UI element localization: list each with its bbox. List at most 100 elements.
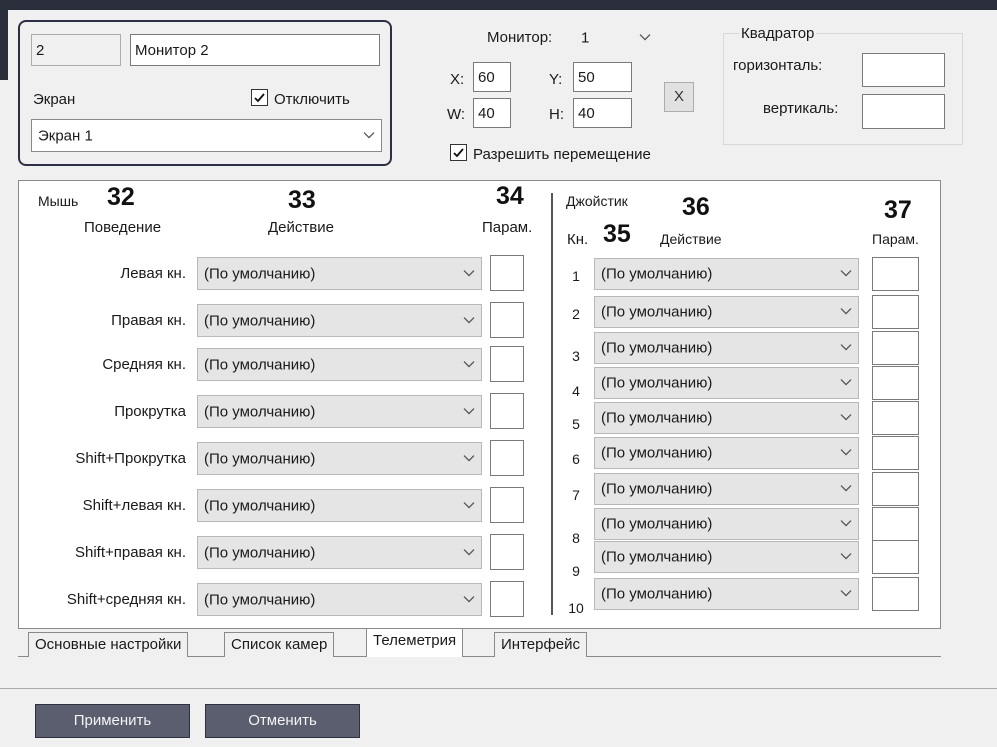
mouse-action-select[interactable]: (По умолчанию) (197, 395, 482, 428)
mouse-param-field[interactable] (490, 393, 524, 429)
monitor-number-label: Монитор: (487, 29, 553, 46)
joystick-action-select[interactable]: (По умолчанию) (594, 367, 859, 399)
joystick-button-number: 3 (572, 348, 580, 364)
joystick-button-header: Кн. (567, 231, 589, 248)
mouse-row-label: Shift+Прокрутка (75, 450, 186, 467)
mouse-action-select[interactable]: (По умолчанию) (197, 536, 482, 569)
chevron-down-icon (840, 270, 852, 277)
mouse-param-header: Парам. (482, 219, 533, 236)
mouse-param-field[interactable] (490, 440, 524, 476)
vertical-label: вертикаль: (763, 100, 839, 117)
mouse-param-field[interactable] (490, 534, 524, 570)
disable-checkbox[interactable] (251, 89, 268, 106)
chevron-down-icon (840, 553, 852, 560)
w-field[interactable] (473, 98, 511, 128)
disable-label: Отключить (274, 91, 350, 108)
chevron-down-icon (363, 131, 375, 139)
joystick-button-number: 5 (572, 416, 580, 432)
joystick-button-number: 7 (572, 487, 580, 503)
mouse-action-value: (По умолчанию) (204, 497, 316, 514)
joystick-param-field[interactable] (872, 507, 919, 541)
mouse-action-value: (По умолчанию) (204, 312, 316, 329)
cancel-button[interactable]: Отменить (205, 704, 360, 738)
joystick-title: Джойстик (566, 193, 628, 209)
mouse-action-select[interactable]: (По умолчанию) (197, 489, 482, 522)
tab-1[interactable]: Список камер (224, 632, 335, 657)
mouse-param-field[interactable] (490, 346, 524, 382)
mouse-param-field[interactable] (490, 581, 524, 617)
chevron-down-icon (840, 520, 852, 527)
joystick-action-header: Действие (660, 231, 722, 247)
mouse-row-label: Средняя кн. (102, 356, 186, 373)
horizontal-field[interactable] (862, 53, 945, 87)
chevron-down-icon (840, 379, 852, 386)
joystick-param-field[interactable] (872, 295, 919, 329)
mouse-action-select[interactable]: (По умолчанию) (197, 304, 482, 337)
apply-button[interactable]: Применить (35, 704, 190, 738)
joystick-param-field[interactable] (872, 472, 919, 506)
chevron-down-icon (840, 344, 852, 351)
joystick-action-select[interactable]: (По умолчанию) (594, 508, 859, 540)
joystick-action-value: (По умолчанию) (601, 548, 713, 566)
tab-2[interactable]: Телеметрия (366, 628, 464, 657)
mouse-row-label: Shift+средняя кн. (66, 591, 186, 608)
screen-select[interactable]: Экран 1 (31, 119, 382, 152)
chevron-down-icon (463, 316, 475, 324)
joystick-action-select[interactable]: (По умолчанию) (594, 473, 859, 505)
mouse-action-select[interactable]: (По умолчанию) (197, 583, 482, 616)
screen-label: Экран (33, 91, 76, 108)
joystick-param-field[interactable] (872, 436, 919, 470)
joystick-button-number: 1 (572, 268, 580, 284)
panel-divider (551, 193, 553, 615)
joystick-action-select[interactable]: (По умолчанию) (594, 541, 859, 573)
mouse-action-value: (По умолчанию) (204, 450, 316, 467)
h-field[interactable] (573, 98, 632, 128)
monitor-number-value: 1 (581, 29, 590, 47)
x-field[interactable] (473, 62, 511, 92)
joystick-param-field[interactable] (872, 257, 919, 291)
joystick-action-select[interactable]: (По умолчанию) (594, 402, 859, 434)
joystick-action-value: (По умолчанию) (601, 585, 713, 603)
allow-move-checkbox[interactable] (450, 144, 467, 161)
chevron-down-icon (463, 595, 475, 603)
mouse-param-field[interactable] (490, 255, 524, 291)
monitor-number-select[interactable]: 1 (576, 23, 658, 53)
window-top-strip (0, 0, 997, 10)
tab-3[interactable]: Интерфейс (494, 632, 588, 657)
chevron-down-icon (639, 34, 651, 41)
mouse-param-field[interactable] (490, 487, 524, 523)
chevron-down-icon (463, 407, 475, 415)
joystick-action-select[interactable]: (По умолчанию) (594, 437, 859, 469)
joystick-action-value: (По умолчанию) (601, 303, 713, 321)
joystick-param-field[interactable] (872, 540, 919, 574)
mouse-action-value: (По умолчанию) (204, 265, 316, 282)
quadrator-title: Квадратор (739, 25, 817, 42)
close-button[interactable]: X (664, 82, 694, 112)
checkmark-icon (453, 148, 464, 158)
x-label: X: (450, 71, 465, 88)
monitor-id-field[interactable] (31, 34, 121, 66)
joystick-action-select[interactable]: (По умолчанию) (594, 332, 859, 364)
joystick-action-select[interactable]: (По умолчанию) (594, 578, 859, 610)
mouse-action-select[interactable]: (По умолчанию) (197, 348, 482, 381)
joystick-button-number: 6 (572, 451, 580, 467)
mouse-row-label: Правая кн. (111, 312, 186, 329)
monitor-name-field[interactable] (130, 34, 380, 66)
joystick-param-field[interactable] (872, 366, 919, 400)
y-field[interactable] (573, 62, 632, 92)
mouse-action-select[interactable]: (По умолчанию) (197, 257, 482, 290)
joystick-param-field[interactable] (872, 331, 919, 365)
mouse-param-field[interactable] (490, 302, 524, 338)
callout-37: 37 (884, 196, 912, 224)
joystick-action-select[interactable]: (По умолчанию) (594, 296, 859, 328)
joystick-param-field[interactable] (872, 401, 919, 435)
joystick-button-number: 10 (568, 600, 584, 616)
callout-34: 34 (496, 182, 524, 210)
tab-0[interactable]: Основные настройки (28, 632, 189, 657)
joystick-action-select[interactable]: (По умолчанию) (594, 258, 859, 290)
mouse-action-select[interactable]: (По умолчанию) (197, 442, 482, 475)
joystick-param-field[interactable] (872, 577, 919, 611)
chevron-down-icon (840, 485, 852, 492)
mouse-title: Мышь (38, 193, 79, 209)
vertical-field[interactable] (862, 94, 945, 129)
